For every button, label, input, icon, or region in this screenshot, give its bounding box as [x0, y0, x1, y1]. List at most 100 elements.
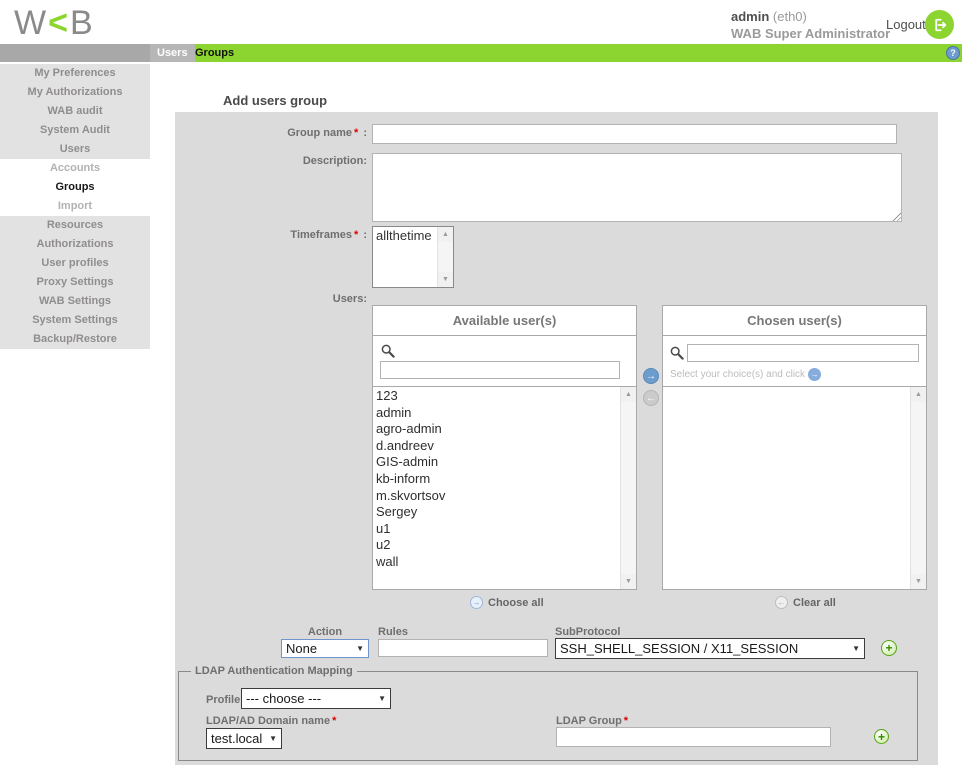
chevron-down-icon: ▼: [852, 644, 860, 653]
chosen-users-search-input[interactable]: [687, 344, 919, 362]
available-users-panel: Available user(s) 123 admin agro-admin d…: [372, 305, 637, 590]
timeframes-listbox[interactable]: allthetime ▲ ▼: [372, 226, 454, 288]
users-label: Users:: [332, 293, 367, 305]
available-users-listzone: 123 admin agro-admin d.andreev GIS-admin…: [373, 386, 636, 589]
user-option[interactable]: u1: [376, 521, 620, 538]
user-option[interactable]: m.skvortsov: [376, 488, 620, 505]
question-icon: ?: [950, 48, 956, 58]
profile-label: Profile: [206, 694, 241, 706]
user-option[interactable]: kb-inform: [376, 471, 620, 488]
chevron-down-icon: ▼: [378, 694, 386, 703]
scroll-down-icon[interactable]: ▼: [438, 272, 453, 287]
profile-select[interactable]: --- choose --- ▼: [241, 688, 391, 709]
network-interface: (eth0): [769, 9, 807, 24]
logo-letter-b: B: [69, 4, 95, 42]
scroll-up-icon[interactable]: ▲: [438, 227, 453, 242]
profile-selected-value: --- choose ---: [246, 691, 322, 706]
clear-all-arrow-icon: ←: [775, 596, 788, 609]
clear-all-button[interactable]: ← Clear all: [775, 596, 836, 609]
group-name-label: Group name * :: [287, 127, 367, 139]
move-right-button[interactable]: →: [643, 368, 659, 384]
user-option[interactable]: 123: [376, 388, 620, 405]
search-icon: [670, 346, 684, 360]
arrow-left-icon: ←: [646, 392, 656, 404]
choose-all-button[interactable]: → Choose all: [470, 596, 544, 609]
chosen-users-listzone: ▲ ▼: [663, 386, 926, 589]
scroll-up-icon[interactable]: ▲: [621, 387, 636, 402]
chosen-users-scrollbar[interactable]: ▲ ▼: [910, 387, 926, 589]
subprotocol-label: SubProtocol: [555, 626, 621, 638]
sidebar-item-users[interactable]: Users: [0, 140, 150, 159]
sidebar-item-resources[interactable]: Resources: [0, 216, 150, 235]
rules-input[interactable]: [378, 639, 548, 657]
logo-accent-icon: <: [48, 4, 70, 42]
logo-letter-w: W: [14, 4, 49, 42]
logout-button[interactable]: [925, 10, 954, 39]
description-label: Description:: [302, 155, 367, 167]
user-option[interactable]: wall: [376, 554, 620, 571]
ldap-domain-select[interactable]: test.local ▼: [206, 728, 282, 749]
add-ldap-mapping-button[interactable]: +: [874, 729, 889, 744]
sidebar-item-my-authorizations[interactable]: My Authorizations: [0, 83, 150, 102]
tab-groups[interactable]: Groups: [188, 44, 241, 62]
action-select[interactable]: None ▼: [281, 639, 369, 658]
wab-app: W<B admin (eth0) WAB Super Administrator…: [0, 0, 968, 770]
sidebar-item-my-preferences[interactable]: My Preferences: [0, 64, 150, 83]
user-option[interactable]: admin: [376, 405, 620, 422]
scroll-down-icon[interactable]: ▼: [621, 574, 636, 589]
sidebar-section-users-submenu: Accounts Groups Import: [0, 159, 150, 216]
sidebar-item-wab-audit[interactable]: WAB audit: [0, 102, 150, 121]
ldap-group-input[interactable]: [556, 727, 831, 747]
subprotocol-select[interactable]: SSH_SHELL_SESSION / X11_SESSION ▼: [555, 638, 865, 659]
sidebar-item-wab-settings[interactable]: WAB Settings: [0, 292, 150, 311]
available-users-title: Available user(s): [373, 306, 636, 336]
logout-label[interactable]: Logout: [886, 17, 926, 32]
add-rule-button[interactable]: +: [881, 640, 897, 656]
sidebar-item-system-audit[interactable]: System Audit: [0, 121, 150, 140]
sidebar-item-accounts[interactable]: Accounts: [0, 159, 150, 178]
move-left-button[interactable]: ←: [643, 390, 659, 406]
ldap-fieldset-legend: LDAP Authentication Mapping: [191, 665, 357, 677]
scroll-up-icon[interactable]: ▲: [911, 387, 926, 402]
required-asterisk: *: [353, 127, 359, 139]
sidebar-item-groups[interactable]: Groups: [0, 178, 150, 197]
required-asterisk: *: [623, 715, 629, 727]
scroll-down-icon[interactable]: ▼: [911, 574, 926, 589]
ldap-authentication-mapping-fieldset: LDAP Authentication Mapping Profile --- …: [178, 665, 918, 761]
sidebar-item-backup-restore[interactable]: Backup/Restore: [0, 330, 150, 349]
timeframes-label: Timeframes * :: [290, 229, 367, 241]
available-users-list[interactable]: 123 admin agro-admin d.andreev GIS-admin…: [373, 388, 620, 589]
user-info: admin (eth0) WAB Super Administrator: [731, 8, 890, 42]
description-textarea[interactable]: [372, 153, 902, 222]
user-option[interactable]: GIS-admin: [376, 454, 620, 471]
choose-all-arrow-icon: →: [470, 596, 483, 609]
rules-label: Rules: [378, 626, 408, 638]
sidebar-item-proxy-settings[interactable]: Proxy Settings: [0, 273, 150, 292]
user-option[interactable]: u2: [376, 537, 620, 554]
sidebar-section-top: My Preferences My Authorizations WAB aud…: [0, 64, 150, 159]
user-option[interactable]: d.andreev: [376, 438, 620, 455]
available-users-scrollbar[interactable]: ▲ ▼: [620, 387, 636, 589]
sidebar-section-bottom: Resources Authorizations User profiles P…: [0, 216, 150, 349]
search-icon: [381, 344, 395, 358]
plus-icon: +: [877, 729, 885, 744]
timeframes-scrollbar[interactable]: ▲ ▼: [437, 227, 453, 287]
sidebar-item-system-settings[interactable]: System Settings: [0, 311, 150, 330]
help-button[interactable]: ?: [946, 46, 960, 60]
available-users-search-input[interactable]: [380, 361, 620, 379]
sidebar-item-import[interactable]: Import: [0, 197, 150, 216]
ldap-domain-label: LDAP/AD Domain name *: [206, 715, 337, 727]
wab-logo: W<B: [14, 4, 95, 43]
action-label: Action: [307, 626, 343, 638]
sidebar-item-user-profiles[interactable]: User profiles: [0, 254, 150, 273]
page-title: Add users group: [223, 93, 328, 108]
chosen-users-list[interactable]: [663, 388, 910, 589]
ldap-group-label: LDAP Group *: [556, 715, 629, 727]
ldap-domain-selected-value: test.local: [211, 731, 263, 746]
username: admin: [731, 9, 770, 24]
user-option[interactable]: Sergey: [376, 504, 620, 521]
user-option[interactable]: agro-admin: [376, 421, 620, 438]
sidebar-item-authorizations[interactable]: Authorizations: [0, 235, 150, 254]
chosen-users-title: Chosen user(s): [663, 306, 926, 336]
group-name-input[interactable]: [372, 124, 897, 144]
